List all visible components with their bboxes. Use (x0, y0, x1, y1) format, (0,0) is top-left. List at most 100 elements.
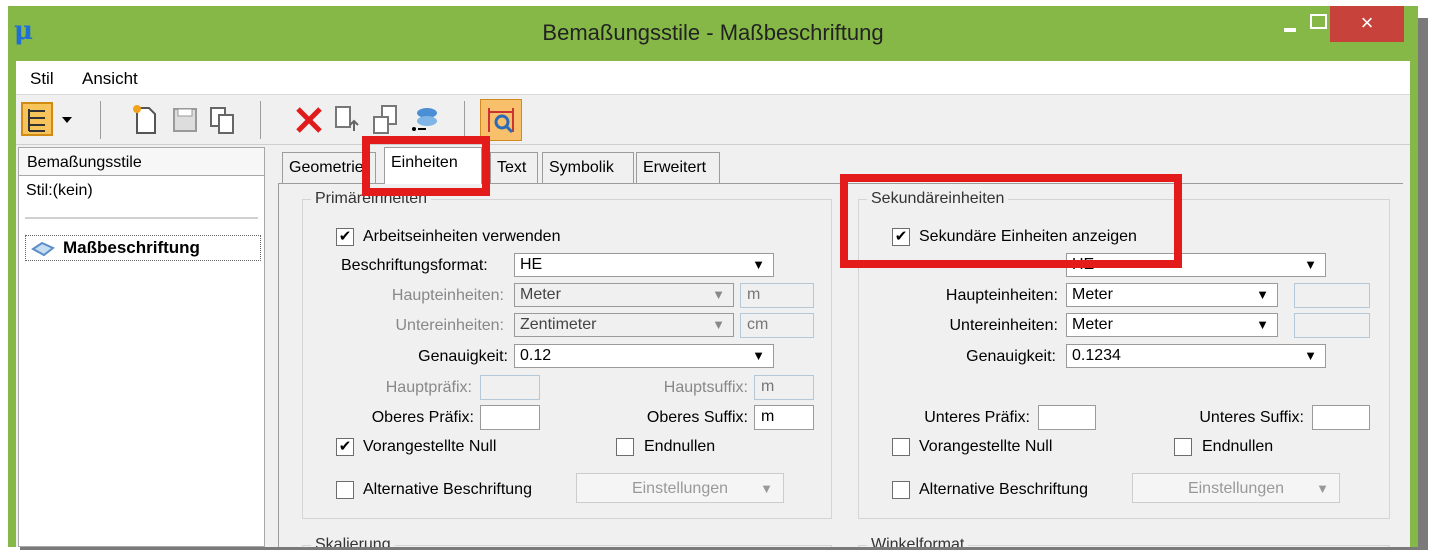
import-icon[interactable] (330, 103, 364, 137)
delete-icon[interactable] (292, 103, 326, 137)
chevron-down-icon: ▼ (1304, 257, 1317, 272)
secondary-units-title: Sekundäreinheiten (867, 190, 1009, 208)
label-format-select[interactable]: HE ▼ (514, 253, 774, 277)
main-units-suffix-field[interactable]: m (740, 283, 814, 308)
upper-prefix-label: Oberes Präfix: (371, 409, 474, 426)
new-style-icon[interactable] (128, 103, 162, 137)
accuracy-label: Genauigkeit: (418, 348, 508, 365)
secondary-accuracy-value: 0.1234 (1072, 347, 1121, 364)
toolbar-separator (260, 101, 261, 139)
tab-einheiten[interactable]: Einheiten (384, 147, 482, 184)
main-prefix-field[interactable] (480, 375, 540, 400)
trailing-zeros-label: Endnullen (644, 438, 716, 455)
lower-suffix-label: Unteres Suffix: (1199, 409, 1304, 426)
primary-units-title: Primäreinheiten (311, 190, 432, 208)
title-bar[interactable]: μ Bemaßungsstile - Maßbeschriftung × (8, 6, 1418, 61)
scaling-group: Skalierung (302, 536, 832, 547)
export-icon[interactable] (368, 103, 402, 137)
settings-button-label: Einstellungen (631, 480, 729, 497)
show-secondary-label: Sekundäre Einheiten anzeigen (919, 228, 1137, 245)
main-units-label: Haupteinheiten: (391, 287, 504, 304)
secondary-trailing-zeros-checkbox[interactable] (1174, 438, 1192, 456)
zoom-dimension-icon[interactable] (480, 99, 522, 141)
secondary-accuracy-select[interactable]: 0.1234 ▼ (1066, 344, 1326, 368)
sub-units-suffix-field[interactable]: cm (740, 313, 814, 338)
divider (25, 217, 258, 219)
style-label: Stil:(kein) (26, 182, 93, 199)
stack-icon[interactable] (408, 103, 442, 137)
secondary-leading-zero-label: Vorangestellte Null (919, 438, 1053, 455)
main-units-select[interactable]: Meter ▼ (514, 283, 734, 307)
chevron-down-icon: ▼ (712, 287, 725, 302)
label-format-label: Beschriftungsformat: (341, 257, 488, 274)
secondary-main-units-suffix-field[interactable] (1294, 283, 1370, 308)
angle-format-group: Winkelformat (858, 536, 1390, 547)
dialog-client: Stil Ansicht Bemaßungsstile Stil:(kein) … (16, 61, 1410, 547)
main-units-value: Meter (520, 286, 561, 303)
tab-erweitert[interactable]: Erweitert (636, 152, 720, 183)
lower-prefix-label: Unteres Präfix: (924, 409, 1030, 426)
secondary-sub-units-suffix-field[interactable] (1294, 313, 1370, 338)
toolbar-separator (464, 101, 465, 139)
sub-units-value: Zentimeter (520, 316, 597, 333)
close-button[interactable]: × (1330, 6, 1404, 42)
secondary-label-format-value: HE (1072, 256, 1095, 273)
settings-button[interactable]: Einstellungen ▼ (576, 473, 784, 503)
angle-format-title: Winkelformat (867, 536, 969, 547)
view-dropdown-icon[interactable] (20, 101, 80, 139)
alt-label-checkbox[interactable] (336, 481, 354, 499)
secondary-settings-button[interactable]: Einstellungen ▼ (1132, 473, 1340, 503)
secondary-sub-units-select[interactable]: Meter ▼ (1066, 313, 1278, 337)
toolbar (16, 95, 1410, 145)
styles-header: Bemaßungsstile (19, 148, 264, 176)
secondary-main-units-select[interactable]: Meter ▼ (1066, 283, 1278, 307)
tab-text[interactable]: Text (490, 152, 538, 183)
tab-symbolik[interactable]: Symbolik (542, 152, 634, 183)
sub-units-label: Untereinheiten: (395, 317, 504, 334)
use-work-units-checkbox[interactable]: ✔ (336, 228, 354, 246)
window-title: Bemaßungsstile - Maßbeschriftung (542, 20, 884, 45)
style-tree-panel: Bemaßungsstile Stil:(kein) Maßbeschriftu… (18, 147, 265, 547)
tree-item-label: Maßbeschriftung (63, 238, 200, 257)
lower-prefix-field[interactable] (1038, 405, 1096, 430)
copy-icon[interactable] (206, 103, 240, 137)
label-format-value: HE (520, 256, 543, 273)
menu-bar: Stil Ansicht (16, 61, 1410, 95)
upper-suffix-label: Oberes Suffix: (646, 409, 748, 426)
upper-prefix-field[interactable] (480, 405, 540, 430)
lower-suffix-field[interactable] (1312, 405, 1370, 430)
main-suffix-label: Hauptsuffix: (663, 379, 748, 396)
menu-ansicht[interactable]: Ansicht (82, 69, 138, 89)
show-secondary-checkbox[interactable]: ✔ (892, 228, 910, 246)
main-suffix-field[interactable]: m (754, 375, 814, 400)
menu-stil[interactable]: Stil (30, 69, 54, 89)
secondary-trailing-zeros-label: Endnullen (1202, 438, 1274, 455)
chevron-down-icon: ▼ (1304, 348, 1317, 363)
tab-geometrie[interactable]: Geometrie (282, 152, 376, 183)
chevron-down-icon: ▼ (760, 481, 773, 496)
tree-item-massbeschriftung[interactable]: Maßbeschriftung (25, 235, 261, 261)
trailing-zeros-checkbox[interactable] (616, 438, 634, 456)
chevron-down-icon: ▼ (752, 257, 765, 272)
chevron-down-icon: ▼ (1256, 287, 1269, 302)
chevron-down-icon: ▼ (1316, 481, 1329, 496)
upper-suffix-field[interactable]: m (754, 405, 814, 430)
secondary-sub-units-label: Untereinheiten: (949, 317, 1058, 334)
leading-zero-label: Vorangestellte Null (363, 438, 497, 455)
sub-units-select[interactable]: Zentimeter ▼ (514, 313, 734, 337)
accuracy-select[interactable]: 0.12 ▼ (514, 344, 774, 368)
secondary-label-format-select[interactable]: HE ▼ (1066, 253, 1326, 277)
accuracy-value: 0.12 (520, 347, 552, 364)
secondary-settings-button-label: Einstellungen (1187, 480, 1285, 497)
scaling-title: Skalierung (311, 536, 395, 547)
leading-zero-checkbox[interactable]: ✔ (336, 438, 354, 456)
chevron-down-icon: ▼ (712, 317, 725, 332)
main-prefix-label: Hauptpräfix: (385, 379, 472, 396)
style-icon (31, 241, 55, 257)
dialog-window: μ Bemaßungsstile - Maßbeschriftung × Sti… (8, 6, 1418, 547)
secondary-alt-label-checkbox[interactable] (892, 481, 910, 499)
secondary-leading-zero-checkbox[interactable] (892, 438, 910, 456)
toolbar-separator (100, 101, 101, 139)
save-icon[interactable] (168, 103, 202, 137)
secondary-accuracy-label: Genauigkeit: (966, 348, 1056, 365)
